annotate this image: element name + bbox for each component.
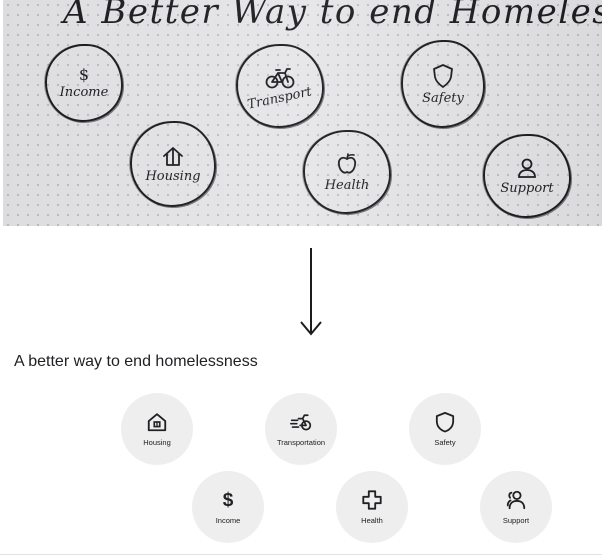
sketch-item-label: Safety: [422, 90, 464, 106]
sketch-item-income: $ Income: [45, 44, 123, 122]
sketch-item-label: Health: [324, 177, 370, 193]
card-label: Support: [502, 516, 530, 525]
sketch-item-label: Income: [59, 84, 109, 100]
bicycle-icon: [290, 411, 312, 433]
category-card-income[interactable]: $ Income: [192, 471, 264, 543]
bottom-divider: [0, 554, 602, 555]
page-title: A better way to end homelessness: [14, 353, 258, 370]
house-icon: [146, 411, 168, 433]
sketch-photo: A Better Way to end Homelessness $ Incom…: [3, 0, 602, 226]
house-icon: [163, 146, 183, 166]
shield-icon: [434, 411, 456, 433]
category-card-transportation[interactable]: Transportation: [265, 393, 337, 465]
arrow-down-icon: [300, 248, 322, 336]
category-card-support[interactable]: Support: [480, 471, 552, 543]
card-label: Transportation: [276, 438, 326, 447]
apple-icon: [337, 152, 357, 173]
medical-cross-icon: [361, 489, 383, 511]
shield-icon: [433, 63, 453, 88]
dollar-icon: $: [217, 489, 239, 511]
sketch-item-label: Housing: [145, 168, 201, 184]
card-label: Health: [361, 516, 383, 525]
sketch-item-safety: Safety: [401, 40, 485, 128]
bicycle-icon: [265, 67, 295, 88]
category-card-health[interactable]: Health: [336, 471, 408, 543]
sketch-item-support: Support: [483, 134, 571, 218]
people-icon: [505, 489, 527, 511]
dollar-icon: $: [78, 64, 90, 84]
sketch-item-label: Support: [500, 180, 554, 196]
person-icon: [518, 158, 536, 178]
dollar-glyph: $: [222, 489, 234, 511]
card-label: Income: [215, 516, 241, 525]
card-label: Housing: [143, 438, 171, 447]
category-card-safety[interactable]: Safety: [409, 393, 481, 465]
sketch-title: A Better Way to end Homelessness: [63, 0, 602, 32]
category-card-housing[interactable]: Housing: [121, 393, 193, 465]
sketch-item-transport: Transport: [236, 44, 324, 128]
card-label: Safety: [434, 438, 456, 447]
sketch-item-health: Health: [303, 130, 391, 214]
sketch-item-housing: Housing: [130, 121, 216, 207]
